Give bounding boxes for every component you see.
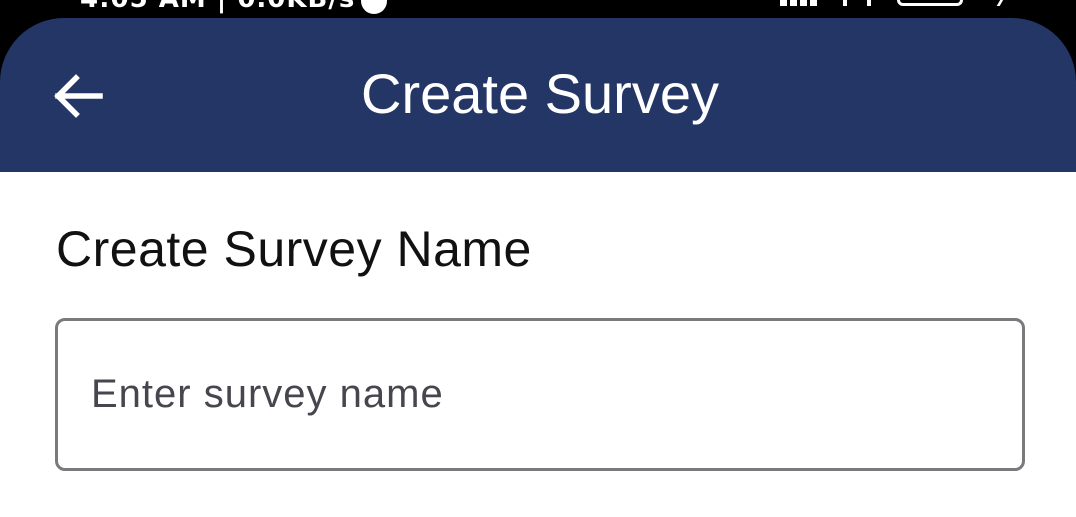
survey-name-input[interactable]	[58, 321, 1022, 468]
status-time-text: 4:05 AM | 0.0KB/s	[80, 0, 355, 14]
main-content: Create Survey Name	[0, 172, 1076, 517]
screen: 4:05 AM | 0.0KB/s Create Survey Create S…	[0, 0, 1076, 517]
page-title: Create Survey	[361, 62, 719, 125]
survey-name-field[interactable]	[55, 318, 1025, 471]
status-notification-icon	[361, 0, 388, 14]
status-icons	[780, 0, 1005, 6]
survey-name-label: Create Survey Name	[56, 221, 532, 277]
status-time: 4:05 AM | 0.0KB/s	[80, 0, 388, 14]
app-bar: Create Survey	[0, 18, 1076, 172]
battery-icon	[897, 0, 963, 6]
wifi-icon	[843, 0, 871, 6]
charging-icon	[986, 0, 1005, 6]
signal-icon	[780, 0, 817, 6]
